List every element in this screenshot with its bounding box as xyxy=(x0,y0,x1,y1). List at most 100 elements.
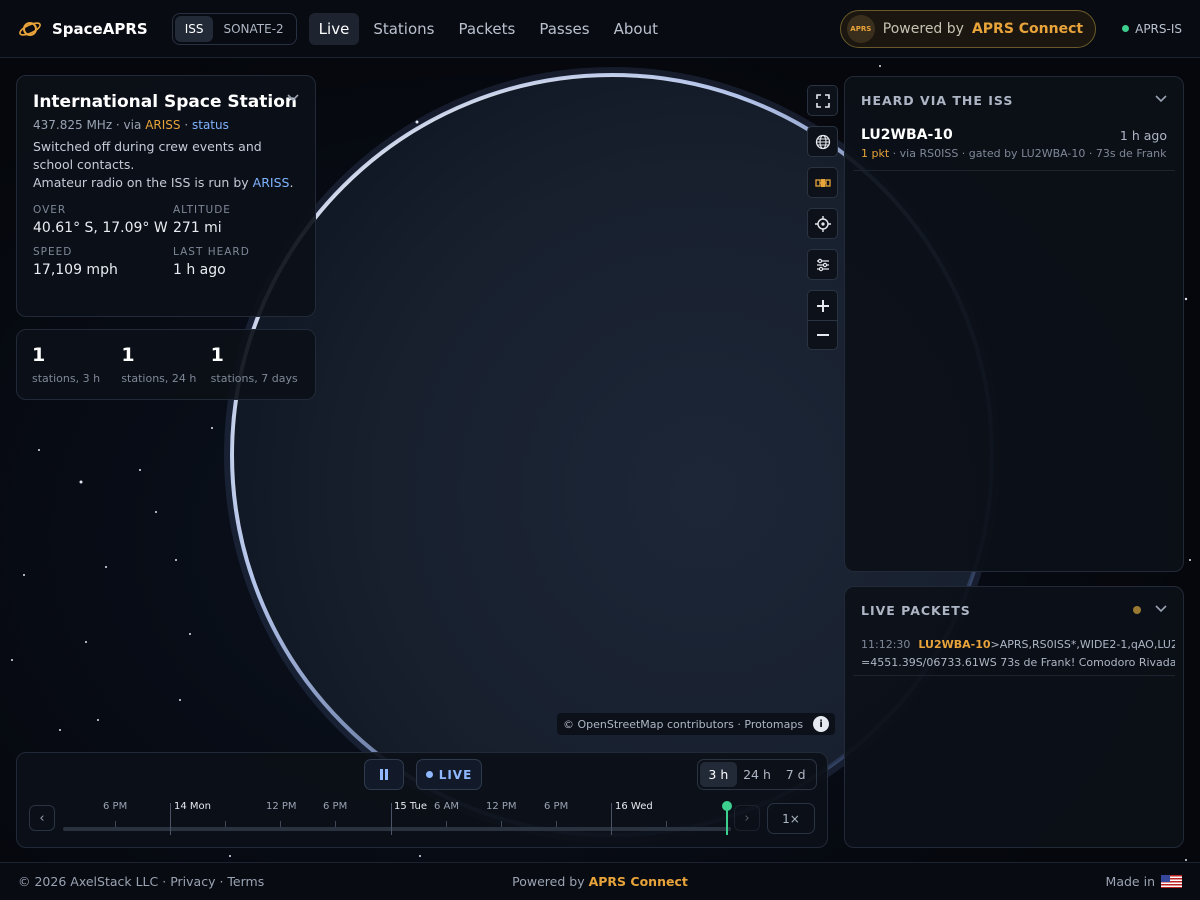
stat-last-heard: LAST HEARD 1 h ago xyxy=(173,246,313,278)
collapse-chevron-icon[interactable] xyxy=(1155,605,1167,613)
range-3h[interactable]: 3 h xyxy=(700,762,737,787)
packet-callsign[interactable]: LU2WBA-10 xyxy=(918,638,990,651)
tick xyxy=(666,821,667,827)
app-root: SpaceAPRS ISS SONATE-2 Live Stations Pac… xyxy=(0,0,1200,900)
tick-label: 12 PM xyxy=(266,801,297,812)
stat-value: 1 h ago xyxy=(173,262,226,278)
powered-by-badge[interactable]: APRS Powered by APRS Connect xyxy=(839,9,1097,48)
nav-about[interactable]: About xyxy=(604,13,668,45)
timeline-bar[interactable] xyxy=(63,827,731,831)
day-marker xyxy=(170,803,171,835)
tick-label: 12 PM xyxy=(486,801,517,812)
heard-station-row[interactable]: LU2WBA-10 1 h ago 1 pkt · via RS0ISS · g… xyxy=(853,121,1175,171)
main-nav: Live Stations Packets Passes About xyxy=(308,12,668,45)
stat-value: 271 mi xyxy=(173,220,222,236)
zoom-control xyxy=(807,290,838,350)
powered-by-link[interactable]: APRS Connect xyxy=(589,874,688,889)
count-value: 1 xyxy=(32,344,46,366)
tick xyxy=(115,821,116,827)
station-counts-card: 1 stations, 3 h 1 stations, 24 h 1 stati… xyxy=(16,329,316,400)
map-attribution: © OpenStreetMap contributors · Protomaps… xyxy=(557,713,836,735)
tick-label: 14 Mon xyxy=(174,801,211,812)
privacy-link[interactable]: Privacy xyxy=(170,874,215,889)
tick xyxy=(556,821,557,827)
status-link[interactable]: status xyxy=(192,118,229,132)
attribution-text[interactable]: © OpenStreetMap contributors · Protomaps xyxy=(563,718,803,731)
powered-by-brand: APRS Connect xyxy=(971,20,1084,37)
collapse-chevron-icon[interactable] xyxy=(287,94,299,102)
range-24h[interactable]: 24 h xyxy=(739,762,776,787)
us-flag-icon xyxy=(1161,875,1182,888)
brand[interactable]: SpaceAPRS xyxy=(18,17,148,41)
pause-button[interactable] xyxy=(364,759,404,790)
crosshair-icon xyxy=(814,215,831,232)
station-meta-text: · via RS0ISS · gated by LU2WBA-10 · 73s … xyxy=(892,147,1167,160)
satellite-option-sonate-2[interactable]: SONATE-2 xyxy=(213,16,293,42)
nav-stations[interactable]: Stations xyxy=(363,13,444,45)
stat-label: OVER xyxy=(33,204,67,216)
aprs-is-label: APRS-IS xyxy=(1135,21,1182,36)
satellite-option-iss[interactable]: ISS xyxy=(174,15,214,42)
globe-icon xyxy=(815,134,830,149)
position-stats: OVER 40.61° S, 17.09° W ALTITUDE 271 mi … xyxy=(33,204,299,278)
ariss-note: Amateur radio on the ISS is run by ARISS… xyxy=(33,174,299,192)
timeline-next-button[interactable]: › xyxy=(734,805,760,831)
packet-path: >APRS,RS0ISS*,WIDE2-1,qAO,LU2WBA-10: xyxy=(990,638,1175,651)
timeline-track[interactable]: 6 PM 14 Mon 12 PM 6 PM 15 Tue 6 AM 12 PM… xyxy=(63,795,732,839)
count-7d: 1 stations, 7 days xyxy=(211,344,300,385)
fullscreen-button[interactable] xyxy=(807,85,838,116)
tick-label: 15 Tue xyxy=(394,801,427,812)
tick xyxy=(335,821,336,827)
map-toolbar xyxy=(807,85,838,350)
info-icon[interactable]: i xyxy=(813,716,830,732)
satellite-icon xyxy=(814,178,831,187)
live-button[interactable]: LIVE xyxy=(416,759,482,790)
ariss-note-text: Amateur radio on the ISS is run by xyxy=(33,175,249,190)
tick xyxy=(225,821,226,827)
stat-label: ALTITUDE xyxy=(173,204,231,216)
frequency-org: ARISS xyxy=(145,118,181,132)
stat-label: SPEED xyxy=(33,246,73,258)
packet-body: =4551.39S/06733.61WS 73s de Frank! Comod… xyxy=(861,656,1175,669)
powered-by-label: Powered by xyxy=(512,874,585,889)
day-marker xyxy=(391,803,392,835)
pause-icon xyxy=(380,769,388,780)
terms-link[interactable]: Terms xyxy=(227,874,264,889)
tick-label: 6 PM xyxy=(103,801,128,812)
station-last-heard: 1 h ago xyxy=(1119,128,1167,143)
nav-live[interactable]: Live xyxy=(308,12,360,45)
follow-satellite-button[interactable] xyxy=(807,167,838,198)
playback-speed-button[interactable]: 1× xyxy=(767,803,815,834)
globe-view-button[interactable] xyxy=(807,126,838,157)
aprs-is-status: APRS-IS xyxy=(1122,22,1182,36)
panel-title: HEARD VIA THE ISS xyxy=(861,93,1014,108)
station-meta: 1 pkt · via RS0ISS · gated by LU2WBA-10 … xyxy=(861,147,1167,160)
zoom-out-button[interactable] xyxy=(808,320,837,349)
stat-altitude: ALTITUDE 271 mi xyxy=(173,204,313,236)
now-marker xyxy=(726,807,728,835)
frequency-line: 437.825 MHz · via ARISS · status xyxy=(33,118,299,132)
day-marker xyxy=(611,803,612,835)
powered-by-label: Powered by xyxy=(882,20,964,37)
heard-via-iss-panel: HEARD VIA THE ISS LU2WBA-10 1 h ago 1 pk… xyxy=(844,76,1184,572)
company-link[interactable]: AxelStack LLC xyxy=(70,874,158,889)
range-7d[interactable]: 7 d xyxy=(777,762,814,787)
footer-made-in: Made in xyxy=(1106,874,1182,889)
aprs-connect-logo: APRS xyxy=(846,14,875,43)
collapse-chevron-icon[interactable] xyxy=(1155,95,1167,103)
nav-packets[interactable]: Packets xyxy=(448,13,525,45)
live-status-dot-icon xyxy=(1133,606,1141,614)
satellite-title: International Space Station xyxy=(33,92,297,112)
count-24h: 1 stations, 24 h xyxy=(121,344,210,385)
packet-header: 11:12:30 LU2WBA-10>APRS,RS0ISS*,WIDE2-1,q… xyxy=(861,636,1175,654)
now-handle[interactable] xyxy=(722,801,732,811)
nav-passes[interactable]: Passes xyxy=(529,13,599,45)
packet-row[interactable]: 11:12:30 LU2WBA-10>APRS,RS0ISS*,WIDE2-1,q… xyxy=(853,631,1175,676)
zoom-in-button[interactable] xyxy=(808,291,837,320)
count-label: stations, 24 h xyxy=(121,372,197,385)
timeline-prev-button[interactable]: ‹ xyxy=(29,805,55,831)
map-settings-button[interactable] xyxy=(807,249,838,280)
tick xyxy=(280,821,281,827)
ariss-link[interactable]: ARISS xyxy=(253,175,290,190)
locate-button[interactable] xyxy=(807,208,838,239)
